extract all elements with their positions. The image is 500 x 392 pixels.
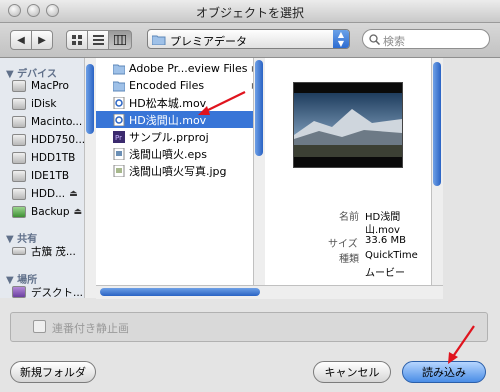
back-button[interactable]: ◀ [10,30,32,50]
sidebar-item-idisk[interactable]: iDisk [12,95,56,113]
list-view-button[interactable] [87,30,109,50]
hard-drive-icon [12,188,26,200]
folder-icon [113,64,125,74]
computer-icon [12,80,26,92]
search-placeholder: 検索 [383,35,405,48]
annotation-arrow [198,91,246,115]
backup-drive-icon [12,206,26,218]
sidebar-scroll-thumb[interactable] [86,64,94,134]
search-field[interactable]: 検索 [362,29,490,49]
hard-drive-icon [12,170,26,182]
eject-icon[interactable]: ⏏ [74,207,83,217]
info-size-value: 33.6 MB [365,235,406,246]
icon-view-icon [71,34,82,45]
premiere-project-icon: Pr [113,130,125,143]
info-kind-value: QuickTime [365,250,418,261]
options-panel: 連番付き静止画 [10,312,488,342]
column-view-icon [114,35,126,45]
info-name-label: 名前 [339,212,359,223]
folder-icon [152,35,166,45]
sidebar-item-backup[interactable]: Backup ⏏ [12,203,82,221]
mountain-thumbnail-image [294,83,402,167]
movie-thumbnail [293,82,403,168]
eject-icon[interactable]: ⏏ [69,189,78,199]
title-bar: オブジェクトを選択 [0,0,500,23]
sidebar-item-shared-host[interactable]: 古籏 茂... [12,242,76,260]
svg-text:Pr: Pr [115,134,122,142]
quicktime-movie-icon [113,113,125,126]
sidebar-item-macintosh[interactable]: Macinto... [12,113,82,131]
sidebar-item-desktop[interactable]: デスクト... [12,283,83,298]
list-view-icon [92,35,104,45]
hard-drive-icon [12,134,26,146]
preview-scrollbar[interactable] [431,58,443,285]
file-column-scroll-thumb[interactable] [255,60,263,156]
icon-view-button[interactable] [66,30,88,50]
preview-pane: 名前 HD浅間 山.mov サイズ 33.6 MB 種類 QuickTime ム… [265,58,443,298]
search-icon [369,34,380,45]
forward-arrow-icon: ▶ [38,34,46,46]
window-title: オブジェクトを選択 [195,6,304,20]
forward-button[interactable]: ▶ [31,30,53,50]
file-info: 名前 HD浅間 山.mov サイズ 33.6 MB 種類 QuickTime ム… [265,208,443,288]
info-kind-value-cont: ムービー [365,268,405,279]
quicktime-movie-icon [113,96,125,109]
network-computer-icon [12,247,26,255]
folder-icon [113,81,125,91]
hard-drive-icon [12,152,26,164]
back-arrow-icon: ◀ [17,34,25,46]
info-name-value-cont: 山.mov [365,225,400,236]
location-popup[interactable]: プレミアデータ ▲ ▼ [147,29,350,49]
file-column-scrollbar[interactable] [253,58,265,285]
sidebar-item-ide1tb[interactable]: IDE1TB [12,167,69,185]
sidebar-item-hdd1tb[interactable]: HDD1TB [12,149,75,167]
file-row-eruption-eps[interactable]: 浅間山噴火.eps [96,145,264,162]
open-dialog-window: オブジェクトを選択 ◀ ▶ プレミアデータ ▲ ▼ 検索 ▼ デバイス MacPr… [0,0,500,392]
preview-scroll-thumb[interactable] [433,62,441,186]
sidebar-item-hdd[interactable]: HDD... ⏏ [12,185,78,203]
cancel-button[interactable]: キャンセル [313,361,391,383]
sidebar-scrollbar[interactable] [84,58,96,298]
sidebar-item-hdd750[interactable]: HDD750... [12,131,85,149]
file-row-adobe-preview[interactable]: Adobe Pr...eview Files▶ [96,60,264,77]
document-icon [113,147,125,160]
column-view-button[interactable] [108,30,132,50]
desktop-folder-icon [12,286,26,298]
annotation-arrow [448,325,475,364]
horizontal-scroll-thumb[interactable] [100,288,260,296]
file-row-eruption-jpg[interactable]: 浅間山噴火写真.jpg [96,162,264,179]
sidebar-item-macpro[interactable]: MacPro [12,77,69,95]
image-file-icon [113,164,125,177]
updown-chevron-icon: ▲ ▼ [333,30,349,48]
info-size-label: サイズ [328,239,358,250]
numbered-stills-checkbox[interactable] [33,320,46,333]
hard-drive-icon [12,116,26,128]
new-folder-button[interactable]: 新規フォルダ [10,361,96,383]
horizontal-scrollbar[interactable] [96,285,443,299]
idisk-icon [12,98,26,110]
sidebar: ▼ デバイス MacPro iDisk Macinto... HDD750...… [0,58,96,298]
file-row-sample-prproj[interactable]: Pr サンプル.prproj [96,128,264,145]
info-kind-label: 種類 [339,254,359,265]
location-label: プレミアデータ [170,35,247,48]
numbered-stills-label: 連番付き静止画 [52,322,129,335]
